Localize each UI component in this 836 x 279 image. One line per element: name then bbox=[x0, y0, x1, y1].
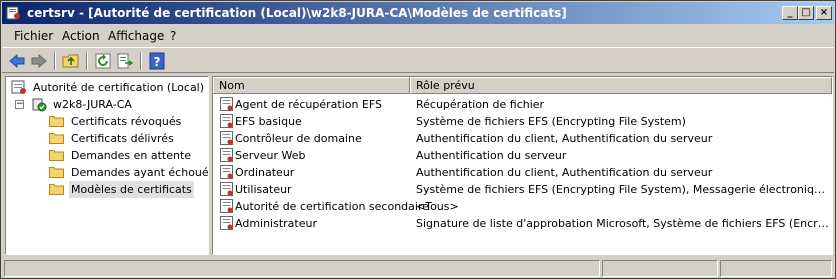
certificate-template-icon bbox=[220, 182, 233, 196]
template-name: Utilisateur bbox=[235, 183, 292, 196]
tree-ca-label: w2k8-JURA-CA bbox=[53, 98, 132, 111]
folder-icon bbox=[49, 133, 64, 144]
template-role: Authentification du client, Authentifica… bbox=[416, 166, 713, 179]
template-name: EFS basique bbox=[235, 115, 302, 128]
table-row[interactable]: Ordinateur Authentification du client, A… bbox=[213, 164, 832, 181]
column-header-role[interactable]: Rôle prévu bbox=[410, 77, 832, 94]
template-role: Système de fichiers EFS (Encrypting File… bbox=[416, 183, 830, 196]
status-bar bbox=[2, 258, 834, 278]
table-row[interactable]: Contrôleur de domaine Authentification d… bbox=[213, 130, 832, 147]
certificate-template-icon bbox=[220, 216, 233, 230]
template-role: Système de fichiers EFS (Encrypting File… bbox=[416, 115, 686, 128]
template-name: Serveur Web bbox=[235, 149, 306, 162]
main-window: certsrv - [Autorité de certification (Lo… bbox=[0, 0, 836, 279]
tree-folder-label: Certificats délivrés bbox=[71, 132, 174, 145]
list-header: Nom Rôle prévu bbox=[213, 77, 832, 94]
refresh-icon[interactable] bbox=[94, 52, 112, 70]
forward-arrow-icon[interactable] bbox=[30, 52, 48, 70]
template-role: Authentification du client, Authentifica… bbox=[416, 132, 713, 145]
column-header-nom[interactable]: Nom bbox=[213, 77, 410, 94]
template-name: Agent de récupération EFS bbox=[235, 98, 383, 111]
status-panel-2 bbox=[602, 260, 718, 277]
tree-folder-label: Modèles de certificats bbox=[69, 181, 194, 198]
maximize-button[interactable]: □ bbox=[798, 6, 814, 20]
table-row[interactable]: Autorité de certification secondaire <To… bbox=[213, 198, 832, 215]
folder-icon bbox=[49, 116, 64, 127]
console-tree: Autorité de certification (Local) − w2k8… bbox=[5, 76, 209, 255]
tree-root-label: Autorité de certification (Local) bbox=[33, 81, 205, 94]
status-panel-main bbox=[4, 260, 600, 277]
collapse-icon[interactable]: − bbox=[15, 100, 24, 109]
minimize-button[interactable]: _ bbox=[782, 6, 798, 20]
svg-text:?: ? bbox=[154, 55, 161, 69]
tree-folder-label: Demandes en attente bbox=[71, 149, 192, 162]
window-title: certsrv - [Autorité de certification (Lo… bbox=[27, 6, 567, 20]
table-row[interactable]: Utilisateur Système de fichiers EFS (Enc… bbox=[213, 181, 832, 198]
menu-affichage[interactable]: Affichage bbox=[108, 29, 164, 43]
tree-folder-label: Certificats révoqués bbox=[71, 115, 182, 128]
certificate-template-icon bbox=[220, 114, 233, 128]
menu-bar: Fichier Action Affichage ? bbox=[2, 26, 834, 46]
template-name: Contrôleur de domaine bbox=[235, 132, 362, 145]
template-name: Ordinateur bbox=[235, 166, 295, 179]
template-name: Administrateur bbox=[235, 217, 317, 230]
tree-folder-label: Demandes ayant échoué bbox=[71, 166, 209, 179]
table-row[interactable]: Agent de récupération EFS Récupération d… bbox=[213, 96, 832, 113]
certificate-template-icon bbox=[220, 131, 233, 145]
certificate-template-icon bbox=[220, 97, 233, 111]
status-panel-3 bbox=[720, 260, 832, 277]
certificate-authority-icon bbox=[11, 80, 26, 94]
certificate-template-icon bbox=[220, 199, 233, 213]
folder-icon bbox=[49, 184, 64, 195]
template-list: Nom Rôle prévu Agent de récupération EFS… bbox=[212, 76, 833, 255]
template-role: Authentification du serveur bbox=[416, 149, 567, 162]
certificate-template-icon bbox=[220, 148, 233, 162]
help-icon[interactable]: ? bbox=[148, 52, 166, 70]
template-role: <Tous> bbox=[416, 200, 459, 213]
toolbar-separator bbox=[54, 52, 56, 70]
toolbar-separator bbox=[86, 52, 88, 70]
menu-action[interactable]: Action bbox=[62, 29, 100, 43]
toolbar-separator bbox=[140, 52, 142, 70]
folder-icon bbox=[49, 167, 64, 178]
close-button[interactable]: × bbox=[816, 6, 832, 20]
table-row[interactable]: Serveur Web Authentification du serveur bbox=[213, 147, 832, 164]
template-name: Autorité de certification secondaire bbox=[235, 200, 430, 213]
template-role: Signature de liste d'approbation Microso… bbox=[416, 217, 830, 230]
export-list-icon[interactable] bbox=[116, 52, 134, 70]
title-bar[interactable]: certsrv - [Autorité de certification (Lo… bbox=[2, 2, 834, 24]
back-arrow-icon[interactable] bbox=[8, 52, 26, 70]
template-role: Récupération de fichier bbox=[416, 98, 545, 111]
folder-icon bbox=[49, 150, 64, 161]
up-folder-icon[interactable] bbox=[62, 52, 80, 70]
certificate-template-icon bbox=[220, 165, 233, 179]
table-row[interactable]: EFS basique Système de fichiers EFS (Enc… bbox=[213, 113, 832, 130]
menu-help[interactable]: ? bbox=[170, 29, 176, 43]
table-row[interactable]: Administrateur Signature de liste d'appr… bbox=[213, 215, 832, 232]
menu-fichier[interactable]: Fichier bbox=[14, 29, 53, 43]
certificate-app-icon bbox=[6, 6, 20, 20]
ca-server-icon bbox=[32, 98, 47, 112]
toolbar: ? bbox=[2, 47, 834, 73]
